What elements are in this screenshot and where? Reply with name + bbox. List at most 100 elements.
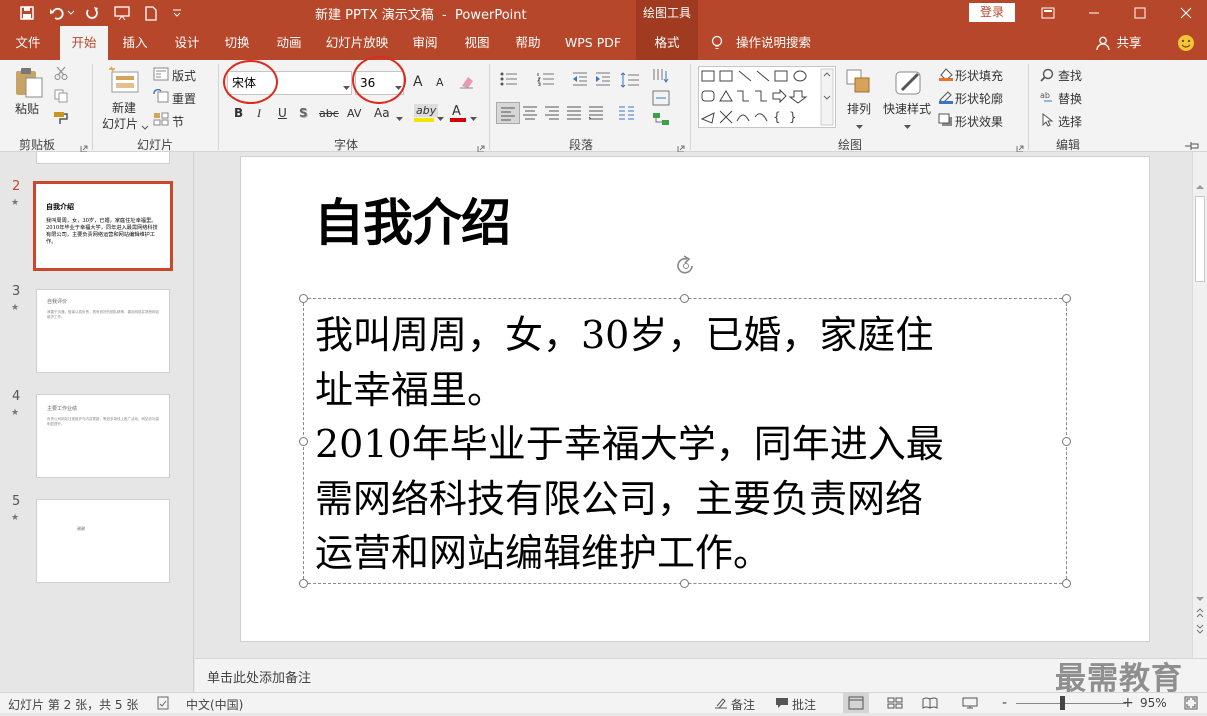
present-from-start-icon[interactable]	[112, 3, 132, 23]
spelling-check-icon[interactable]	[156, 696, 170, 713]
reset-icon[interactable]	[153, 88, 169, 106]
tab-animations[interactable]: 动画	[268, 26, 310, 60]
save-icon[interactable]	[17, 3, 37, 23]
section-icon[interactable]	[153, 112, 169, 129]
strikethrough-button[interactable]: abc	[319, 107, 339, 120]
align-text-icon[interactable]	[652, 90, 670, 109]
paste-label[interactable]: 粘贴	[15, 100, 39, 117]
tab-help[interactable]: 帮助	[507, 26, 549, 60]
shape-outline-button[interactable]: 形状轮廓	[955, 90, 1003, 107]
vertical-scrollbar[interactable]	[1192, 152, 1207, 658]
shape-effects-icon[interactable]	[938, 113, 954, 130]
scroll-down-icon[interactable]	[1196, 591, 1204, 605]
notes-icon[interactable]	[714, 697, 728, 712]
format-painter-icon[interactable]	[53, 111, 69, 128]
select-icon[interactable]	[1040, 112, 1054, 130]
resize-handle-bottom[interactable]	[680, 579, 689, 588]
tab-format[interactable]: 格式	[636, 26, 698, 60]
zoom-level[interactable]: 95%	[1140, 696, 1167, 710]
zoom-out-button[interactable]: -	[1002, 695, 1007, 711]
tell-me-search[interactable]: 操作说明搜索	[736, 26, 814, 60]
resize-handle-top[interactable]	[680, 294, 689, 303]
smartart-icon[interactable]	[652, 112, 670, 129]
normal-view-button[interactable]	[843, 693, 869, 713]
tab-review[interactable]: 审阅	[404, 26, 446, 60]
login-button[interactable]: 登录	[969, 3, 1015, 22]
previous-slide-icon[interactable]	[1196, 607, 1204, 622]
quick-styles-button[interactable]: 快速样式	[883, 100, 931, 117]
thumbnail-slide-1-partial[interactable]	[36, 152, 170, 164]
resize-handle-top-left[interactable]	[299, 294, 308, 303]
tab-file[interactable]: 文件	[6, 26, 50, 60]
resize-handle-bottom-right[interactable]	[1062, 579, 1071, 588]
thumbnail-slide-5[interactable]: 谢谢	[36, 499, 170, 583]
new-slide-icon[interactable]	[108, 66, 140, 99]
copy-icon[interactable]	[54, 89, 68, 106]
minimize-icon[interactable]	[1084, 3, 1104, 23]
tab-slideshow[interactable]: 幻灯片放映	[320, 26, 394, 60]
fit-to-window-icon[interactable]	[1184, 696, 1198, 713]
font-color-dropdown-icon[interactable]	[470, 111, 477, 125]
decrease-font-size-button[interactable]: A	[436, 76, 444, 89]
resize-handle-left[interactable]	[299, 437, 308, 446]
thumbnail-slide-2[interactable]: 自我介绍 我叫周周，女，30岁，已婚，家庭住址幸福里。2010年毕业于幸福大学，…	[33, 181, 173, 271]
bold-button[interactable]: B	[234, 106, 243, 120]
shadow-button[interactable]: S	[299, 106, 308, 120]
scroll-up-icon[interactable]	[1196, 179, 1204, 193]
scroll-thumb[interactable]	[1195, 196, 1205, 282]
clear-formatting-icon[interactable]	[459, 75, 475, 92]
increase-font-size-button[interactable]: A	[413, 74, 423, 90]
reset-button[interactable]: 重置	[172, 90, 196, 107]
notes-toggle[interactable]: 备注	[731, 696, 755, 713]
body-text[interactable]: 我叫周周，女，30岁，已婚，家庭住 址幸福里。 2010年毕业于幸福大学，同年进…	[315, 308, 1061, 581]
arrange-dropdown-icon[interactable]	[856, 119, 863, 133]
undo-icon[interactable]	[47, 3, 67, 23]
text-box-selection[interactable]: 我叫周周，女，30岁，已婚，家庭住 址幸福里。 2010年毕业于幸福大学，同年进…	[303, 298, 1067, 584]
cut-icon[interactable]	[54, 66, 68, 83]
underline-button[interactable]: U	[278, 106, 287, 120]
select-button[interactable]: 选择	[1058, 113, 1082, 130]
next-slide-icon[interactable]	[1196, 623, 1204, 638]
comments-toggle[interactable]: 批注	[792, 696, 816, 713]
zoom-slider-thumb[interactable]	[1060, 696, 1065, 710]
replace-icon[interactable]: ab	[1040, 90, 1054, 107]
smiley-icon[interactable]	[1177, 34, 1195, 55]
replace-button[interactable]: 替换	[1058, 90, 1082, 107]
font-name-dropdown-icon[interactable]	[343, 80, 350, 94]
decrease-indent-icon[interactable]	[572, 72, 588, 89]
paste-icon[interactable]	[14, 66, 44, 101]
rotate-handle-icon[interactable]	[674, 254, 698, 281]
maximize-icon[interactable]	[1130, 3, 1150, 23]
highlight-color-button[interactable]: aby	[414, 104, 439, 117]
highlight-dropdown-icon[interactable]	[437, 111, 444, 125]
find-icon[interactable]	[1040, 68, 1054, 85]
customize-toolbar-icon[interactable]	[170, 3, 184, 23]
bullets-icon[interactable]	[500, 72, 518, 89]
notes-placeholder[interactable]: 单击此处添加备注	[207, 667, 311, 686]
tab-view[interactable]: 视图	[456, 26, 498, 60]
shapes-gallery[interactable]: { }	[698, 66, 836, 128]
slideshow-icon[interactable]	[962, 697, 978, 712]
font-color-button[interactable]: A	[452, 104, 461, 119]
distributed-icon[interactable]	[588, 106, 604, 123]
line-spacing-icon[interactable]	[620, 72, 640, 91]
slide-sorter-icon[interactable]	[887, 697, 903, 712]
columns-icon[interactable]	[618, 106, 636, 123]
thumbnail-slide-3[interactable]: 自我评价 我善于沟通，做事认真负责，具有良好的团队精神，喜欢网络并熟悉网站维护工…	[36, 289, 170, 373]
layout-icon[interactable]	[153, 67, 169, 84]
reading-view-icon[interactable]	[922, 697, 938, 712]
align-center-icon[interactable]	[522, 106, 538, 123]
tab-home[interactable]: 开始	[60, 26, 108, 60]
shape-fill-icon[interactable]	[938, 67, 954, 84]
ribbon-display-options-icon[interactable]	[1038, 3, 1058, 23]
character-spacing-button[interactable]: AV	[347, 107, 361, 120]
change-case-button[interactable]: Aa	[374, 106, 390, 120]
new-slide-label[interactable]: 新建	[112, 99, 136, 116]
align-left-button[interactable]	[496, 102, 520, 124]
shape-outline-icon[interactable]	[938, 90, 954, 107]
new-slide-dropdown-icon[interactable]	[141, 120, 149, 134]
language-indicator[interactable]: 中文(中国)	[186, 696, 243, 713]
change-case-dropdown-icon[interactable]	[396, 111, 403, 125]
current-slide[interactable]: 自我介绍 我叫周周，女，30岁，已婚，家庭住 址幸福里。 2010年毕业于幸福大…	[240, 156, 1150, 642]
section-button[interactable]: 节	[172, 113, 184, 130]
